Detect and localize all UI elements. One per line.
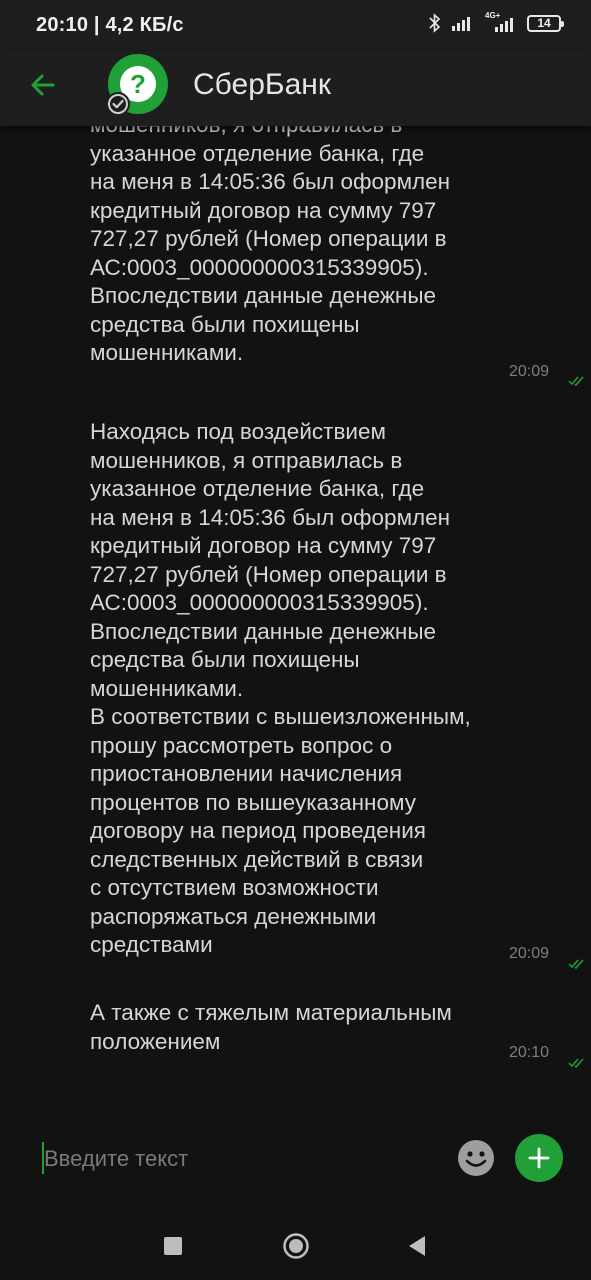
message-input[interactable] [44,1140,444,1178]
recent-apps-icon[interactable] [164,1237,182,1255]
message-item: мошенников, я отправилась в указанное от… [90,126,584,387]
system-nav-bar [0,1214,591,1280]
add-attachment-button[interactable] [515,1134,563,1182]
contact-avatar[interactable]: ? [106,54,168,116]
message-item: Находясь под воздействием мошенников, я … [90,418,584,970]
emoji-icon[interactable] [456,1138,496,1178]
double-check-icon [568,376,584,387]
double-check-icon [568,959,584,970]
message-list[interactable]: мошенников, я отправилась в указанное от… [0,126,591,1106]
home-icon[interactable] [282,1232,310,1260]
message-time: 20:09 [509,363,550,380]
signal-4g-group: 4G+ [485,11,517,33]
battery-level: 14 [537,16,551,30]
plus-icon [528,1147,550,1169]
chat-title[interactable]: СберБанк [193,68,331,102]
signal-4g-icon [495,18,513,32]
message-item: А также с тяжелым материальным положение… [90,999,584,1069]
message-time: 20:09 [509,945,550,962]
check-circle-icon [106,92,130,116]
chat-header: ? СберБанк [0,52,591,126]
status-icons: 4G+ 14 [429,11,564,33]
double-check-icon [568,1058,584,1069]
message-text: Находясь под воздействием мошенников, я … [90,419,471,957]
back-arrow-icon[interactable] [22,64,64,106]
nav-back-icon[interactable] [406,1234,428,1258]
bluetooth-icon [429,13,441,33]
message-text: А также с тяжелым материальным положение… [90,1000,452,1054]
message-time: 20:10 [509,1044,550,1061]
status-time-speed: 20:10 | 4,2 КБ/с [36,14,184,36]
signal-icon [452,17,470,31]
status-bar: 20:10 | 4,2 КБ/с 4G+ 14 [0,0,591,52]
message-text: мошенников, я отправилась в указанное от… [90,126,451,365]
battery-icon: 14 [527,14,564,32]
